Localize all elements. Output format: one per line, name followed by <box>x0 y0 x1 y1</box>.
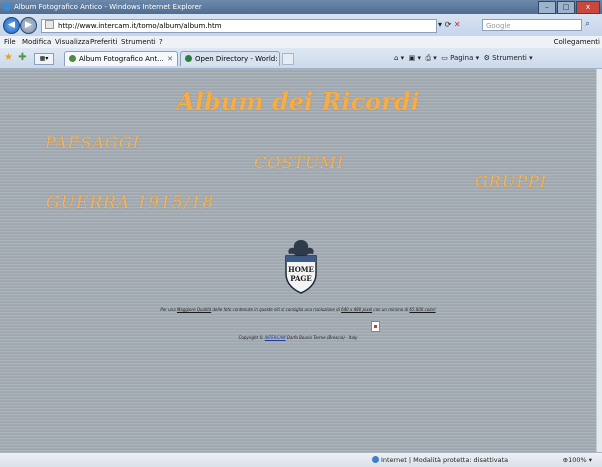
tab-label: Album Fotografico Ant... <box>79 55 164 63</box>
back-button[interactable]: ◀ <box>3 17 20 34</box>
forward-button[interactable]: ▶ <box>20 17 37 34</box>
page-menu[interactable]: ▭ Pagina ▾ <box>441 54 479 62</box>
note-text: delle foto contenute in queste siti si c… <box>211 307 342 312</box>
link-costumi[interactable]: COSTUMI <box>254 153 344 172</box>
page-content: Album dei Ricordi PAESAGGI COSTUMI GRUPP… <box>0 69 596 452</box>
menu-modifica[interactable]: Modifica <box>22 36 51 48</box>
tab-album[interactable]: Album Fotografico Ant... ✕ <box>64 51 178 66</box>
tab-open-directory[interactable]: Open Directory - World: It... <box>180 51 280 66</box>
security-zone[interactable]: Internet | Modalità protetta: disattivat… <box>372 453 508 467</box>
note-text: con un minimo di <box>372 307 410 312</box>
new-tab-button[interactable] <box>282 53 294 65</box>
tab-bar: ★ ✚ ▦▾ Album Fotografico Ant... ✕ Open D… <box>0 48 602 69</box>
menu-preferiti[interactable]: Preferiti <box>90 36 117 48</box>
quality-link[interactable]: Maggiore Qualità <box>177 307 211 312</box>
minimize-button[interactable]: – <box>538 1 556 14</box>
menu-file[interactable]: File <box>4 36 16 48</box>
address-toolbar: ◀ ▶ http://www.intercam.it/tomo/album/al… <box>0 14 602 36</box>
address-input[interactable]: http://www.intercam.it/tomo/album/album.… <box>41 19 437 33</box>
url-text: http://www.intercam.it/tomo/album/album.… <box>58 22 222 30</box>
menu-bar: File Modifica Visualizza Preferiti Strum… <box>0 36 602 48</box>
add-favorites-icon[interactable]: ✚ <box>17 52 28 63</box>
copyright-text: Darfo Boario Terme (Brescia) - Italy <box>285 335 358 340</box>
page-title: Album dei Ricordi <box>176 87 420 116</box>
tools-menu[interactable]: ⚙ Strumenti ▾ <box>484 54 533 62</box>
link-guerra[interactable]: GUERRA 1915/18 <box>46 193 214 213</box>
window-controls: – □ x <box>538 1 600 14</box>
maximize-button[interactable]: □ <box>557 1 575 14</box>
search-input[interactable]: Google <box>482 19 582 31</box>
vertical-scrollbar[interactable] <box>596 69 602 452</box>
address-tools: ▾ ⟳ ✕ <box>438 19 461 31</box>
menu-help[interactable]: ? <box>159 36 163 48</box>
link-paesaggi[interactable]: PAESAGGI <box>45 133 140 152</box>
page-icon <box>45 20 54 29</box>
menu-visualizza[interactable]: Visualizza <box>55 36 89 48</box>
stop-icon[interactable]: ✕ <box>454 20 461 29</box>
note-text: Per una <box>160 307 177 312</box>
feeds-icon[interactable]: ▣ ▾ <box>409 54 421 62</box>
tab-close-icon[interactable]: ✕ <box>167 52 173 66</box>
zone-text: Internet | Modalità protetta: disattivat… <box>381 456 509 464</box>
command-bar: ⌂ ▾ ▣ ▾ ⎙ ▾ ▭ Pagina ▾ ⚙ Strumenti ▾ <box>394 52 533 64</box>
links-label[interactable]: Collegamenti <box>554 36 600 48</box>
link-gruppi[interactable]: GRUPPI <box>475 172 547 191</box>
copyright-note: Copyright © INTERCAM Darfo Boario Terme … <box>0 335 596 340</box>
menu-strumenti[interactable]: Strumenti <box>121 36 156 48</box>
tab-favicon <box>69 55 76 62</box>
home-page-shield-button[interactable]: HOME PAGE <box>282 238 320 294</box>
globe-icon <box>372 456 379 463</box>
print-icon[interactable]: ⎙ ▾ <box>425 54 436 62</box>
ie-logo-icon <box>3 3 11 11</box>
zoom-value: 100% <box>568 456 587 464</box>
small-image-icon[interactable] <box>371 321 380 332</box>
favorites-star-icon[interactable]: ★ <box>3 52 14 63</box>
refresh-icon[interactable]: ⟳ <box>445 20 452 29</box>
intercam-link[interactable]: INTERCAM <box>265 335 286 340</box>
status-bar: Internet | Modalità protetta: disattivat… <box>0 452 602 467</box>
home-icon[interactable]: ⌂ ▾ <box>394 54 404 62</box>
resolution-note: Per una Maggiore Qualità delle foto cont… <box>0 307 596 312</box>
zoom-control[interactable]: ⊕100% ▾ <box>563 453 592 467</box>
dropdown-arrow-icon[interactable]: ▾ <box>438 20 442 29</box>
page-label: PAGE <box>290 274 312 283</box>
browser-window: Album Fotografico Antico - Windows Inter… <box>0 0 602 467</box>
quick-tabs-icon[interactable]: ▦▾ <box>34 53 54 65</box>
close-button[interactable]: x <box>576 1 600 14</box>
tab-favicon <box>185 55 192 62</box>
colors-value: 65.000 colori <box>409 307 436 312</box>
title-bar: Album Fotografico Antico - Windows Inter… <box>0 0 602 14</box>
search-icon[interactable]: ⌕ <box>585 19 590 29</box>
tab-label: Open Directory - World: It... <box>195 55 279 63</box>
resolution-value: 640 x 480 pixel <box>341 307 373 312</box>
window-title: Album Fotografico Antico - Windows Inter… <box>14 3 202 11</box>
home-label: HOME <box>288 265 314 274</box>
copyright-text: Copyright © <box>238 335 265 340</box>
